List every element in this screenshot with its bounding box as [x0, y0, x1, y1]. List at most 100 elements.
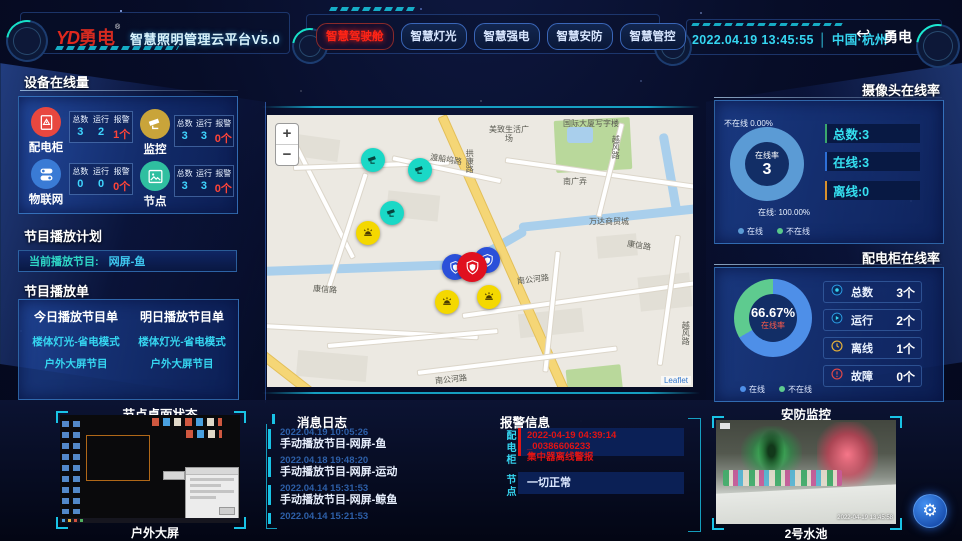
- map-marker-streetlight[interactable]: [356, 221, 380, 245]
- alarm-value: 0个: [111, 177, 132, 194]
- map-canvas[interactable]: 美致生活广场 国际大厦写字楼 越风路 渡船坞路 南广弄 万达商贸城 康信路 拱康…: [267, 115, 693, 387]
- row-value: 0个: [896, 368, 915, 385]
- section-title-play-plan: 节目播放计划: [24, 226, 102, 245]
- back-icon[interactable]: ↩: [856, 24, 870, 44]
- section-title-device-online: 设备在线量: [24, 72, 89, 91]
- map-label: 康信路: [313, 284, 338, 295]
- running-value: 2: [91, 125, 112, 142]
- map-marker-camera[interactable]: [361, 148, 385, 172]
- map-label: 拱康路: [465, 149, 474, 173]
- col-header: 报警: [111, 164, 132, 177]
- title-underline: [20, 90, 238, 91]
- stat-text: 总数:3: [833, 124, 869, 143]
- tab-smart-security[interactable]: 智慧安防: [547, 23, 613, 50]
- taskbar-icon: [80, 519, 83, 522]
- legend-label: 不在线: [786, 227, 810, 236]
- legend-dot-online: [738, 228, 744, 234]
- playlist-item: 楼体灯光-省电模式: [21, 334, 131, 349]
- node-desktop-screenshot[interactable]: [60, 415, 240, 523]
- security-camera-feed[interactable]: 2022-04-19 13:45:58: [716, 420, 896, 524]
- registered-mark: ®: [115, 24, 120, 31]
- col-header: 总数: [70, 112, 91, 125]
- starfield-decor: [0, 0, 2, 2]
- frame-corner: [712, 518, 724, 530]
- cctv-icon: [140, 109, 170, 139]
- camera-online-pct-label: 在线: 100.00%: [758, 207, 810, 218]
- current-program-label: 当前播放节目:: [29, 253, 99, 269]
- log-entry: 2022.04.14 15:31:53 手动播放节目-网屏-鲸鱼: [268, 484, 480, 506]
- legend-dot-offline: [777, 228, 783, 234]
- separator: │: [819, 33, 827, 47]
- dash-decor: [329, 7, 415, 11]
- iot-icon: [31, 159, 61, 189]
- stat-accent-bar: [825, 152, 827, 171]
- cabinet-fault-row: 故障 0个: [823, 365, 922, 387]
- map-attribution[interactable]: Leaflet: [661, 376, 691, 385]
- title-underline: [714, 264, 942, 265]
- map-park: [566, 364, 624, 387]
- frame-corner: [234, 517, 246, 529]
- alarm-line: 集中器离线警报: [527, 452, 678, 463]
- log-accent-bar: [268, 429, 271, 449]
- clock-icon: [830, 339, 844, 358]
- frame-corner: [56, 517, 68, 529]
- map-marker-camera[interactable]: [408, 158, 432, 182]
- col-header: 运行: [91, 164, 112, 177]
- camera-donut-center: 在线率 3: [730, 127, 804, 201]
- desktop-dialog: [185, 467, 239, 519]
- map-label: 南广弄: [563, 177, 587, 186]
- user-name[interactable]: 勇电: [884, 27, 912, 47]
- cabinet-icon: [31, 107, 61, 137]
- today-playlist-header[interactable]: 今日播放节目单: [21, 308, 131, 325]
- dash-decor: [691, 23, 843, 26]
- frame-corner: [890, 518, 902, 530]
- map-marker-camera[interactable]: [380, 201, 404, 225]
- log-text: 手动播放节目-网屏-鱼: [280, 438, 480, 450]
- status-line: 一切正常: [527, 474, 678, 492]
- tab-smart-power[interactable]: 智慧强电: [474, 23, 540, 50]
- tab-smart-cockpit[interactable]: 智慧驾驶舱: [316, 23, 394, 50]
- datetime: 2022.04.19 13:45:55: [692, 33, 814, 47]
- device-stats-table: 总数运行报警 330个: [174, 165, 234, 197]
- playlist-panel: 今日播放节目单 楼体灯光-省电模式 户外大屏节目 明日播放节目单 楼体灯光-省电…: [18, 299, 239, 400]
- map-marker-streetlight[interactable]: [435, 290, 459, 314]
- zoom-in-button[interactable]: +: [276, 124, 298, 145]
- donut-center-value: 66.67%: [751, 305, 795, 320]
- desktop-icons-top: [186, 430, 222, 438]
- taskbar-icon: [74, 519, 77, 522]
- log-entry: 2022.04.19 10:05:26 手动播放节目-网屏-鱼: [268, 428, 480, 450]
- map-label: 越风路: [681, 321, 690, 345]
- map-label: 国际大厦写字楼: [563, 119, 619, 128]
- map-bottom-accent-line: [262, 392, 700, 394]
- total-value: 0: [70, 177, 91, 194]
- desktop-icons: [62, 418, 84, 514]
- map-top-accent-line: [262, 106, 700, 108]
- map-label: 越风路: [611, 135, 620, 159]
- camera-model-display: [723, 470, 842, 486]
- device-stats-table: 总数运行报警 330个: [174, 115, 234, 147]
- camera-total-stat: 总数:3: [825, 124, 920, 143]
- map-label: 万达商贸城: [589, 217, 629, 226]
- tomorrow-playlist-header[interactable]: 明日播放节目单: [127, 308, 237, 325]
- running-value: 3: [194, 179, 213, 196]
- frame-corner: [234, 411, 246, 423]
- legend-item: 在线: [740, 384, 765, 395]
- warning-icon: [830, 367, 844, 386]
- stat-accent-bar: [825, 124, 827, 143]
- map-marker-cabinet-alarm[interactable]: [457, 252, 487, 282]
- settings-gear-button[interactable]: ⚙: [913, 494, 947, 528]
- map-marker-streetlight[interactable]: [477, 285, 501, 309]
- tab-smart-lighting[interactable]: 智慧灯光: [401, 23, 467, 50]
- col-header: 总数: [175, 166, 194, 179]
- col-header: 报警: [111, 112, 132, 125]
- legend-dot-offline: [779, 386, 785, 392]
- row-label: 故障: [851, 368, 889, 384]
- zoom-out-button[interactable]: −: [276, 145, 298, 165]
- legend-label: 在线: [747, 227, 763, 236]
- current-program-value: 网屏-鱼: [109, 253, 146, 269]
- row-label: 总数: [851, 284, 889, 300]
- tab-smart-control[interactable]: 智慧管控: [620, 23, 686, 50]
- alarm-value: 0个: [214, 129, 233, 146]
- alarm-bracket: [688, 418, 701, 532]
- device-name: 节点: [131, 193, 179, 209]
